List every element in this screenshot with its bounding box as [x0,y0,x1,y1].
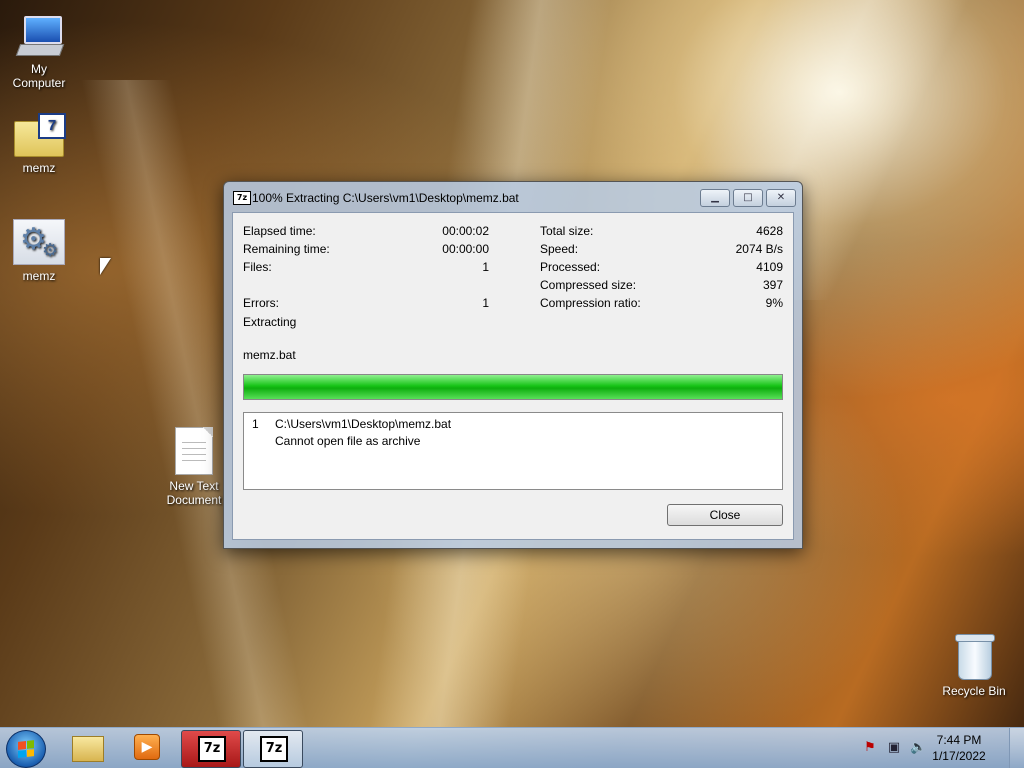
processed-label: Processed: [540,260,601,274]
compressed-size-value: 397 [762,278,783,292]
media-player-icon: ▶ [134,734,160,760]
close-button[interactable]: Close [667,504,783,526]
maximize-button[interactable]: □ [733,189,763,207]
desktop-icon-memz-batch[interactable]: ⚙ ⚙ memz [3,219,75,283]
desktop-icon-label: New Text Document [166,479,222,507]
extraction-dialog: 7z 100% Extracting C:\Users\vm1\Desktop\… [223,181,803,549]
7zip-app-icon: 7z [233,191,251,205]
desktop-icon-my-computer[interactable]: My Computer [3,16,75,90]
desktop-icon-label: memz [22,161,56,175]
remaining-time-label: Remaining time: [243,242,330,256]
action-center-flag-icon[interactable]: ⚑ [862,740,878,756]
files-label: Files: [243,260,272,274]
errors-value: 1 [482,296,489,310]
computer-icon [15,16,65,58]
taskbar: ▶ 7z 7z ⚑ ▣ 🔈 7:44 PM 1/17/2022 [0,727,1024,768]
log-entry-path: C:\Users\vm1\Desktop\memz.bat [275,417,452,431]
network-icon[interactable]: ▣ [886,740,902,756]
show-desktop-button[interactable] [1009,728,1024,768]
7zip-icon: 7z [260,736,288,762]
status-text: Extracting [243,315,297,329]
errors-label: Errors: [243,296,279,310]
minimize-button[interactable]: ▁ [700,189,730,207]
recycle-bin-icon [954,632,995,680]
taskbar-7zip-active-button[interactable]: 7z [181,730,241,768]
system-tray: ⚑ ▣ 🔈 7:44 PM 1/17/2022 [844,728,1024,768]
desktop-icon-new-text-document[interactable]: New Text Document [158,427,230,507]
close-window-button[interactable]: ✕ [766,189,796,207]
taskbar-explorer-button[interactable] [70,730,106,766]
7zip-icon: 7z [198,736,226,762]
total-size-label: Total size: [540,224,594,238]
error-log-list[interactable]: 1 C:\Users\vm1\Desktop\memz.bat Cannot o… [243,412,783,490]
desktop-icon-label: memz [22,269,56,283]
text-document-icon [175,427,213,475]
taskbar-media-player-button[interactable]: ▶ [132,730,162,766]
clock[interactable]: 7:44 PM 1/17/2022 [924,732,994,764]
elapsed-time-value: 00:00:02 [442,224,489,238]
dialog-titlebar[interactable]: 7z 100% Extracting C:\Users\vm1\Desktop\… [224,182,802,212]
compression-ratio-value: 9% [765,296,783,310]
explorer-folder-icon [72,736,104,762]
desktop-icon-label: Recycle Bin [942,684,1006,698]
elapsed-time-label: Elapsed time: [243,224,316,238]
log-entry-number: 1 [252,417,259,431]
start-orb-icon[interactable] [6,730,46,768]
remaining-time-value: 00:00:00 [442,242,489,256]
compressed-size-label: Compressed size: [540,278,637,292]
batch-file-gear-icon: ⚙ ⚙ [13,219,65,265]
desktop-icon-memz-archive[interactable]: 7 memz [3,113,75,175]
files-value: 1 [482,260,489,274]
taskbar-7zip-button[interactable]: 7z [243,730,303,768]
7zip-archive-icon: 7 [14,113,66,157]
compression-ratio-label: Compression ratio: [540,296,641,310]
speed-value: 2074 B/s [735,242,783,256]
current-file-name: memz.bat [243,348,296,362]
clock-time: 7:44 PM [936,733,982,747]
desktop-icon-recycle-bin[interactable]: Recycle Bin [938,632,1010,698]
dialog-body: Elapsed time: 00:00:02 Remaining time: 0… [232,212,794,540]
total-size-value: 4628 [756,224,783,238]
clock-date: 1/17/2022 [932,749,986,763]
mouse-cursor-icon [100,258,111,275]
log-entry-message: Cannot open file as archive [275,434,421,448]
desktop-icon-label: My Computer [12,62,66,90]
dialog-title: 100% Extracting C:\Users\vm1\Desktop\mem… [252,191,519,205]
processed-value: 4109 [756,260,783,274]
progress-fill [244,375,782,399]
speed-label: Speed: [540,242,579,256]
extraction-progress-bar [243,374,783,400]
